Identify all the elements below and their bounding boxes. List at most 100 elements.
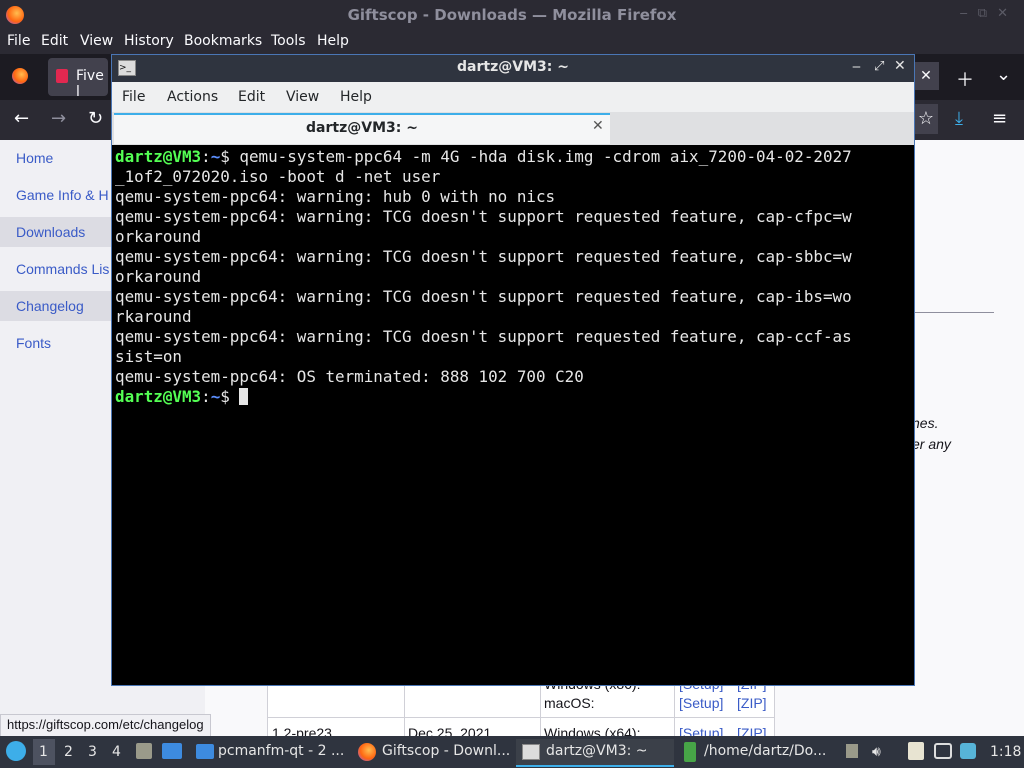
prompt-path: ~ (210, 147, 221, 166)
terminal-line: qemu-system-ppc64: warning: TCG doesn't … (115, 207, 852, 226)
content-text-fragment: er any (912, 436, 951, 452)
tab-list-chevron-down-icon[interactable]: ⌄ (996, 64, 1011, 85)
new-tab-plus-icon[interactable]: ＋ (956, 66, 974, 92)
network-icon[interactable] (960, 743, 976, 759)
firefox-logo-icon (358, 743, 376, 761)
prompt-symbol: $ (220, 387, 230, 406)
reload-icon[interactable]: ↻ (88, 108, 103, 129)
close-icon[interactable]: ✕ (997, 6, 1018, 21)
show-desktop-icon[interactable] (136, 743, 152, 759)
taskbar (0, 736, 1024, 768)
terminal-line: dartz@VM3:~$ (115, 387, 911, 407)
table-cell-os: macOS: (544, 695, 595, 711)
terminal-tab-title: dartz@VM3: ~ (306, 120, 418, 136)
menu-bookmarks[interactable]: Bookmarks (184, 33, 262, 49)
terminal-line: orkaround (115, 227, 202, 246)
terminal-line: _1of2_072020.iso -boot d -net user (115, 167, 441, 186)
start-menu-icon[interactable] (6, 741, 26, 761)
back-arrow-icon[interactable]: ← (14, 108, 29, 129)
terminal-window[interactable]: >_ dartz@VM3: ~ ‒ ⤢ ✕ File Actions Edit … (111, 54, 915, 686)
task-pcmanfm[interactable]: pcmanfm-qt - 2 ... (192, 739, 348, 765)
screenshot-icon[interactable] (934, 743, 952, 759)
terminal-menu-actions[interactable]: Actions (167, 89, 218, 105)
task-home-folder[interactable]: /home/dartz/Do... (680, 739, 840, 765)
minimize-icon[interactable]: ‒ (852, 59, 861, 75)
prompt-symbol: $ (220, 147, 230, 166)
prompt-path: ~ (210, 387, 221, 406)
terminal-line: qemu-system-ppc64: warning: TCG doesn't … (115, 327, 852, 346)
forward-arrow-icon[interactable]: → (51, 108, 66, 129)
terminal-line: dartz@VM3:~$ qemu-system-ppc64 -m 4G -hd… (115, 147, 911, 167)
sidebar-link-changelog[interactable]: Changelog (16, 298, 84, 314)
terminal-menubar (112, 82, 914, 112)
sidebar-link-fonts[interactable]: Fonts (16, 335, 51, 351)
close-icon[interactable]: ✕ (894, 58, 906, 74)
terminal-line: qemu-system-ppc64: warning: hub 0 with n… (115, 187, 556, 206)
browser-tab[interactable]: Five l (48, 58, 108, 100)
prompt-colon: : (201, 147, 211, 166)
terminal-line: qemu-system-ppc64: OS terminated: 888 10… (115, 367, 584, 386)
task-label: pcmanfm-qt - 2 ... (218, 743, 345, 759)
folder-icon (196, 744, 214, 759)
menu-help[interactable]: Help (317, 33, 349, 49)
tab-label: Five l (76, 68, 104, 100)
terminal-menu-help[interactable]: Help (340, 89, 372, 105)
clock: 1:18 (990, 744, 1022, 760)
workspace-3[interactable]: 3 (88, 744, 97, 760)
volume-icon[interactable]: 🔊︎ (872, 744, 881, 760)
terminal-output[interactable]: dartz@VM3:~$ qemu-system-ppc64 -m 4G -hd… (115, 147, 911, 683)
zip-link[interactable]: [ZIP] (737, 695, 767, 711)
task-label: Giftscop - Downl... (382, 743, 511, 759)
terminal-menu-file[interactable]: File (122, 89, 145, 105)
task-label: /home/dartz/Do... (704, 743, 827, 759)
terminal-line: qemu-system-ppc64: warning: TCG doesn't … (115, 247, 852, 266)
table-row-divider (268, 717, 774, 718)
file-manager-launcher-icon[interactable] (162, 743, 182, 759)
sidebar-link-home[interactable]: Home (16, 150, 53, 166)
task-label: dartz@VM3: ~ (546, 743, 648, 759)
task-terminal-active[interactable]: dartz@VM3: ~ (516, 739, 674, 767)
workspace-4[interactable]: 4 (112, 744, 121, 760)
terminal-tab[interactable]: dartz@VM3: ~ ✕ (114, 113, 610, 144)
archive-icon (684, 742, 696, 762)
lock-icon[interactable] (846, 744, 858, 758)
sidebar-link-game-info[interactable]: Game Info & H (16, 187, 109, 203)
terminal-line: orkaround (115, 267, 202, 286)
close-tab-icon[interactable]: ✕ (913, 62, 939, 90)
downloads-icon[interactable]: ⤓ (955, 108, 963, 129)
workspace-2[interactable]: 2 (64, 744, 73, 760)
tab-favicon-icon (56, 69, 68, 83)
minimize-icon[interactable]: ‒ (960, 6, 978, 21)
task-firefox[interactable]: Giftscop - Downl... (354, 739, 512, 765)
text-cursor (239, 388, 249, 405)
terminal-line: qemu-system-ppc64: warning: TCG doesn't … (115, 287, 852, 306)
menu-file[interactable]: File (7, 33, 30, 49)
menu-tools[interactable]: Tools (271, 33, 306, 49)
bookmark-star-icon[interactable]: ☆ (914, 104, 938, 134)
clipboard-icon[interactable] (908, 742, 924, 760)
setup-link[interactable]: [Setup] (679, 695, 723, 711)
content-divider (912, 312, 994, 313)
menu-edit[interactable]: Edit (41, 33, 68, 49)
prompt-colon: : (201, 387, 211, 406)
sidebar-link-downloads[interactable]: Downloads (16, 224, 85, 240)
close-tab-icon[interactable]: ✕ (592, 118, 604, 134)
firefox-view-icon[interactable] (12, 68, 28, 84)
terminal-app-icon (522, 744, 540, 760)
firefox-window-title: Giftscop - Downloads — Mozilla Firefox (347, 6, 677, 24)
terminal-menu-view[interactable]: View (286, 89, 319, 105)
terminal-line: rkaround (115, 307, 192, 326)
link-status-tooltip: https://giftscop.com/etc/changelog (0, 714, 211, 738)
menu-history[interactable]: History (124, 33, 174, 49)
terminal-menu-edit[interactable]: Edit (238, 89, 265, 105)
content-text-fragment: nes. (912, 415, 939, 431)
menu-view[interactable]: View (80, 33, 113, 49)
maximize-icon[interactable]: ⧉ (978, 6, 997, 21)
terminal-command: qemu-system-ppc64 -m 4G -hda disk.img -c… (229, 147, 852, 166)
sidebar-link-commands[interactable]: Commands Lis (16, 261, 109, 277)
workspace-1[interactable]: 1 (39, 744, 48, 760)
maximize-icon[interactable]: ⤢ (874, 59, 884, 74)
terminal-line: sist=on (115, 347, 182, 366)
firefox-window-controls[interactable]: ‒⧉✕ (960, 6, 1018, 21)
hamburger-menu-icon[interactable]: ≡ (992, 108, 1007, 129)
